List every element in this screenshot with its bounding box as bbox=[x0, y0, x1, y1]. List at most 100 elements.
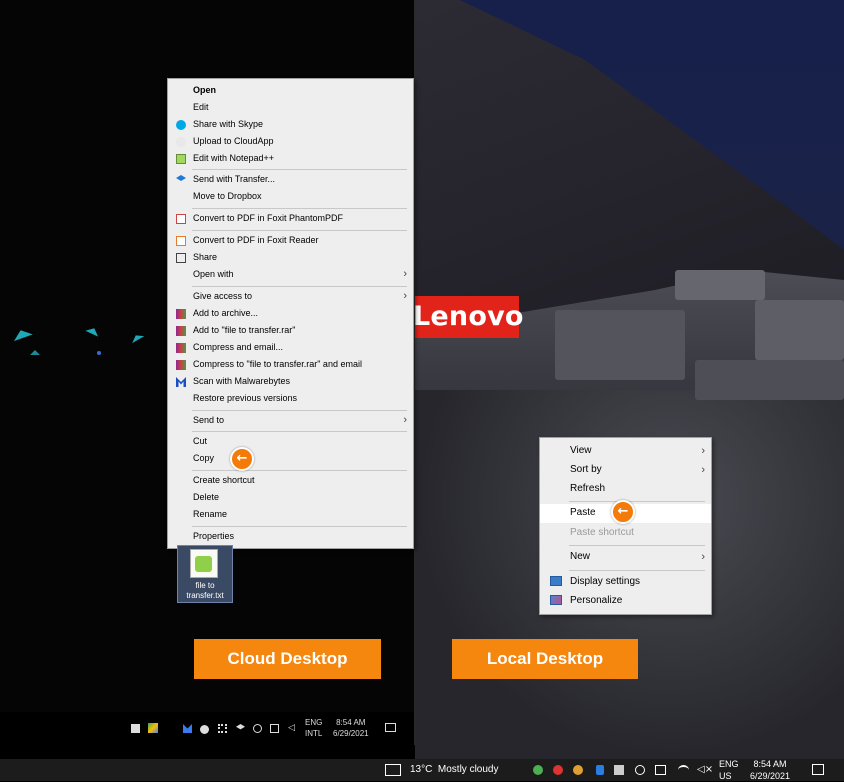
menu-item-properties[interactable]: Properties bbox=[168, 529, 413, 544]
cloud-desktop-label: Cloud Desktop bbox=[194, 639, 381, 679]
menu-item-convert-foxit-reader[interactable]: Convert to PDF in Foxit Reader bbox=[168, 233, 413, 248]
menu-item-open-with[interactable]: Open with › bbox=[168, 267, 413, 282]
show-desktop-icon[interactable] bbox=[131, 724, 140, 733]
menu-item-cut[interactable]: Cut bbox=[168, 434, 413, 449]
menu-item-send-with-transfer[interactable]: Send with Transfer... bbox=[168, 172, 413, 187]
menu-item-edit[interactable]: Edit bbox=[168, 100, 413, 115]
arrow-left-icon: ← bbox=[611, 500, 635, 524]
menu-item-refresh[interactable]: Refresh bbox=[540, 480, 711, 498]
menu-item-compress-to-rar-and-email[interactable]: Compress to "file to transfer.rar" and e… bbox=[168, 357, 413, 372]
menu-item-restore-previous-versions[interactable]: Restore previous versions bbox=[168, 391, 413, 406]
menu-item-display-settings[interactable]: Display settings bbox=[540, 573, 711, 591]
cloud-icon[interactable] bbox=[200, 725, 209, 734]
notepadpp-icon bbox=[176, 154, 186, 164]
desktop-file-icon[interactable]: file to transfer.txt bbox=[177, 545, 233, 603]
menu-item-scan-with-malwarebytes[interactable]: Scan with Malwarebytes bbox=[168, 374, 413, 389]
slack-icon[interactable] bbox=[218, 724, 227, 733]
winrar-icon bbox=[176, 326, 186, 336]
text-file-icon bbox=[190, 549, 218, 578]
cloud-language-indicator[interactable]: ENG INTL bbox=[305, 717, 322, 739]
menu-item-rename[interactable]: Rename bbox=[168, 507, 413, 522]
menu-item-label: Open with bbox=[193, 269, 234, 279]
menu-item-personalize[interactable]: Personalize bbox=[540, 592, 711, 610]
menu-item-label: Delete bbox=[193, 492, 220, 502]
menu-item-label: Send with Transfer... bbox=[193, 174, 276, 184]
info-icon[interactable] bbox=[253, 724, 262, 733]
menu-item-compress-and-email[interactable]: Compress and email... bbox=[168, 340, 413, 355]
notepadpp-icon bbox=[195, 556, 212, 572]
menu-item-label: Properties bbox=[193, 531, 235, 541]
weather-widget[interactable]: 13°C Mostly cloudy bbox=[410, 764, 498, 775]
wifi-icon[interactable] bbox=[678, 765, 689, 775]
menu-item-label: Paste shortcut bbox=[570, 527, 634, 538]
menu-item-label: Add to "file to transfer.rar" bbox=[193, 325, 296, 335]
menu-item-label: Display settings bbox=[570, 576, 641, 587]
menu-item-view[interactable]: View › bbox=[540, 442, 711, 460]
menu-item-upload-to-cloudapp[interactable]: Upload to CloudApp bbox=[168, 134, 413, 149]
winrar-icon bbox=[176, 309, 186, 319]
menu-item-delete[interactable]: Delete bbox=[168, 490, 413, 505]
weather-icon bbox=[385, 764, 401, 776]
menu-item-add-to-archive[interactable]: Add to archive... bbox=[168, 306, 413, 321]
menu-item-label: Compress to "file to transfer.rar" and e… bbox=[193, 359, 362, 369]
menu-item-label: Restore previous versions bbox=[193, 393, 298, 403]
menu-item-create-shortcut[interactable]: Create shortcut bbox=[168, 473, 413, 488]
clock[interactable]: 8:54 AM 6/29/2021 bbox=[750, 758, 790, 782]
malwarebytes-icon[interactable] bbox=[183, 724, 192, 733]
notification-icon[interactable] bbox=[812, 764, 824, 775]
volume-icon[interactable]: ◁ bbox=[288, 724, 297, 733]
cloud-context-menu: Open Edit Share with Skype Upload to Clo… bbox=[167, 78, 414, 549]
app-icon[interactable] bbox=[635, 765, 645, 775]
menu-item-label: Cut bbox=[193, 436, 208, 446]
decorative-shape bbox=[129, 331, 145, 344]
menu-item-new[interactable]: New › bbox=[540, 548, 711, 566]
winrar-icon bbox=[176, 360, 186, 370]
network-icon[interactable] bbox=[270, 724, 279, 733]
menu-item-give-access-to[interactable]: Give access to › bbox=[168, 289, 413, 304]
cloud-clock[interactable]: 8:54 AM 6/29/2021 bbox=[333, 717, 369, 739]
menu-item-label: Sort by bbox=[570, 464, 602, 475]
menu-item-label: Paste bbox=[570, 507, 596, 518]
menu-item-move-to-dropbox[interactable]: Move to Dropbox bbox=[168, 189, 413, 204]
app-icon[interactable] bbox=[553, 765, 563, 775]
menu-item-label: Send to bbox=[193, 415, 225, 425]
menu-item-send-to[interactable]: Send to › bbox=[168, 413, 413, 428]
menu-separator bbox=[569, 570, 705, 571]
menu-separator bbox=[192, 410, 407, 411]
menu-item-edit-with-notepadpp[interactable]: Edit with Notepad++ bbox=[168, 151, 413, 166]
skype-icon bbox=[176, 120, 186, 130]
chevron-right-icon: › bbox=[701, 445, 705, 457]
decorative-shape bbox=[30, 350, 40, 355]
wallpaper-rock bbox=[555, 310, 685, 380]
menu-separator bbox=[192, 169, 407, 170]
menu-item-label: Create shortcut bbox=[193, 475, 255, 485]
menu-item-share[interactable]: Share bbox=[168, 250, 413, 265]
menu-item-convert-foxit-phantompdf[interactable]: Convert to PDF in Foxit PhantomPDF bbox=[168, 211, 413, 226]
language-indicator[interactable]: ENG US bbox=[719, 758, 739, 782]
decorative-dot bbox=[97, 351, 101, 355]
winrar-icon bbox=[176, 343, 186, 353]
menu-item-open[interactable]: Open bbox=[168, 83, 413, 98]
volume-muted-icon[interactable]: ◁× bbox=[697, 764, 713, 775]
app-icon[interactable] bbox=[533, 765, 543, 775]
app-icon[interactable] bbox=[614, 765, 624, 775]
menu-item-label: New bbox=[570, 551, 591, 562]
menu-item-add-to-rar[interactable]: Add to "file to transfer.rar" bbox=[168, 323, 413, 338]
decorative-shape bbox=[11, 326, 33, 342]
menu-separator bbox=[192, 470, 407, 471]
foxit-icon bbox=[176, 236, 186, 246]
menu-item-label: Add to archive... bbox=[193, 308, 259, 318]
google-drive-icon[interactable] bbox=[148, 723, 158, 733]
menu-item-copy[interactable]: Copy bbox=[168, 451, 413, 466]
bluetooth-icon[interactable] bbox=[596, 765, 604, 775]
app-icon[interactable] bbox=[655, 765, 666, 775]
menu-item-sort-by[interactable]: Sort by › bbox=[540, 461, 711, 479]
personalize-icon bbox=[550, 595, 562, 605]
menu-item-paste-shortcut[interactable]: Paste shortcut bbox=[540, 524, 711, 542]
local-desktop-label: Local Desktop bbox=[452, 639, 638, 679]
menu-item-share-with-skype[interactable]: Share with Skype bbox=[168, 117, 413, 132]
app-icon[interactable] bbox=[573, 765, 583, 775]
dropbox-icon[interactable] bbox=[236, 724, 245, 730]
chevron-right-icon: › bbox=[403, 290, 407, 302]
notification-icon[interactable] bbox=[385, 723, 396, 732]
